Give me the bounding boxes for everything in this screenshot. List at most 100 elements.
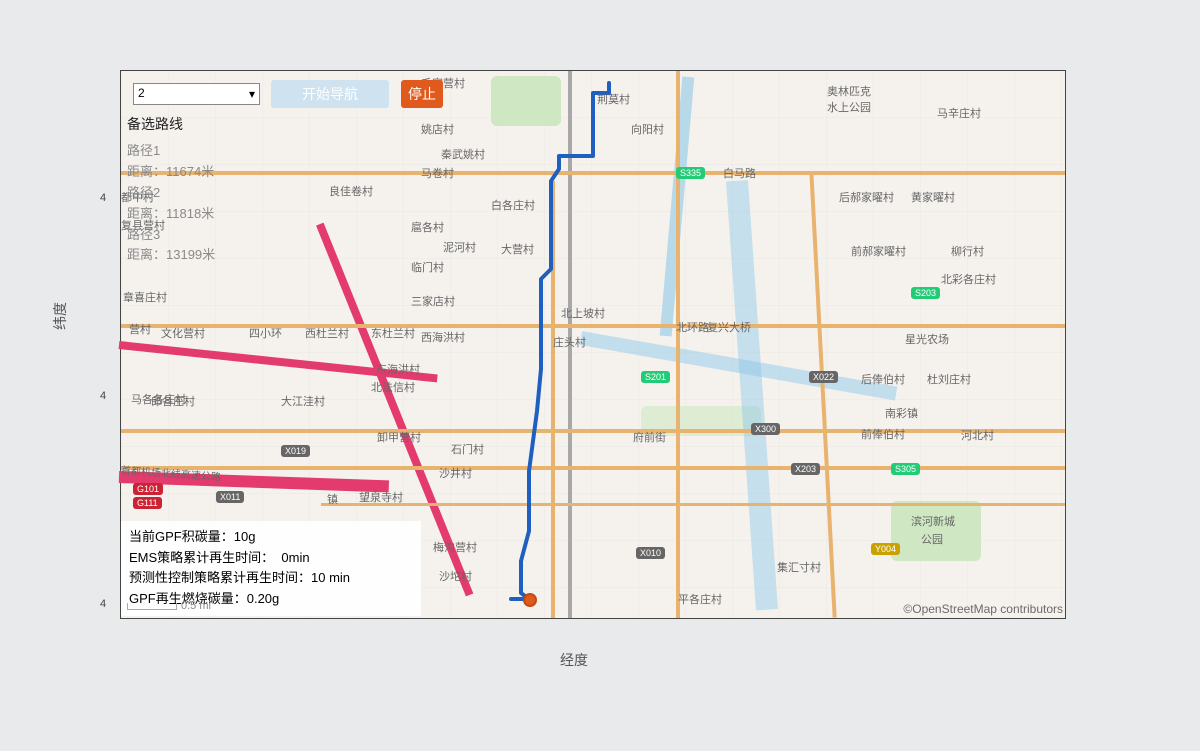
road-shield: S305 [891, 463, 920, 475]
road [121, 429, 1065, 433]
place-label: 公园 [921, 531, 943, 547]
place-label: 星光农场 [905, 331, 949, 347]
place-label: 营村 [129, 321, 151, 337]
y-tick: 4 [100, 192, 106, 204]
road-shield: S335 [676, 167, 705, 179]
place-label: 杜刘庄村 [927, 371, 971, 387]
place-label: 沙坨村 [439, 568, 472, 584]
place-label: 东杜兰村 [371, 325, 415, 341]
road-shield: G101 [133, 483, 163, 495]
place-label: 前郝家曜村 [851, 243, 906, 259]
park-area [491, 76, 561, 126]
river [726, 180, 778, 610]
road-shield: S203 [911, 287, 940, 299]
place-label: 三家店村 [411, 293, 455, 309]
road [809, 171, 836, 618]
road-shield: Y004 [871, 543, 900, 555]
gpf-ems-value: 0min [281, 550, 309, 565]
y-axis-label: 纬度 [50, 302, 70, 330]
map-canvas[interactable]: G101 G111 S335 S203 S201 S305 X011 X019 … [121, 71, 1065, 618]
gpf-burn-value: 0.20g [247, 591, 280, 606]
place-label: 白各庄村 [491, 197, 535, 213]
place-label: 泥河村 [443, 239, 476, 255]
place-label: 北环路 [676, 319, 709, 335]
road-shield: X300 [751, 423, 780, 435]
road-shield: X022 [809, 371, 838, 383]
place-label: 沙井村 [439, 465, 472, 481]
place-label: 奥林匹克 水上公园 [827, 83, 871, 115]
place-label: 姚店村 [421, 121, 454, 137]
place-label: 镇 [327, 491, 338, 507]
stop-button[interactable]: 停止 [401, 80, 443, 108]
place-label: 向阳村 [631, 121, 664, 137]
y-tick: 4 [100, 598, 106, 610]
place-label: 石门村 [451, 441, 484, 457]
place-label: 大江洼村 [281, 393, 325, 409]
route-option[interactable]: 路径3 距离：13199米 [127, 225, 361, 267]
route-name: 路径1 [127, 141, 361, 162]
road-shield: G111 [133, 497, 162, 509]
place-label: 秦武姚村 [441, 146, 485, 162]
place-label: 扈各村 [411, 219, 444, 235]
route-name: 路径2 [127, 183, 361, 204]
place-label: 白马路 [723, 165, 756, 181]
map-attribution: ©OpenStreetMap contributors [903, 602, 1063, 616]
place-label: 黄家曜村 [911, 189, 955, 205]
road-shield: S201 [641, 371, 670, 383]
place-label: 北彩各庄村 [941, 271, 996, 287]
route-name: 路径3 [127, 225, 361, 246]
road-shield: X010 [636, 547, 665, 559]
place-label: 南彩镇 [885, 405, 918, 421]
road [676, 71, 680, 618]
place-label: 马卷村 [421, 165, 454, 181]
place-label: 郎各庄村 [151, 393, 195, 409]
place-label: 河北村 [961, 427, 994, 443]
place-label: 北上坡村 [561, 305, 605, 321]
start-navigation-button[interactable]: 开始导航 [271, 80, 389, 108]
road-shield: X203 [791, 463, 820, 475]
x-axis-label: 经度 [560, 650, 588, 670]
place-label: 西杜兰村 [305, 325, 349, 341]
place-label: 府前街 [633, 429, 666, 445]
gpf-pred-value: 10 min [311, 570, 350, 585]
place-label: 复兴大桥 [707, 319, 751, 335]
place-label: 马辛庄村 [937, 105, 981, 121]
place-label: 后郝家曜村 [839, 189, 894, 205]
place-label: 平各庄村 [678, 591, 722, 607]
road [121, 466, 1065, 470]
gpf-carbon-value: 10g [234, 529, 256, 544]
place-label: 庄头村 [553, 334, 586, 350]
place-label: 东海洪村 [376, 361, 420, 377]
place-label: 大营村 [501, 241, 534, 257]
place-label: 集汇寸村 [777, 559, 821, 575]
route-options-title: 备选路线 [127, 113, 361, 135]
map-frame: G101 G111 S335 S203 S201 S305 X011 X019 … [120, 70, 1066, 619]
place-label: 柳行村 [951, 243, 984, 259]
map-scale: 0.5 mi [127, 600, 211, 612]
road-shield: X019 [281, 445, 310, 457]
road-shield: X011 [216, 491, 244, 503]
place-label: 荆莫村 [597, 91, 630, 107]
route-options-panel: 备选路线 路径1 距离：11674米 路径2 距离：11818米 路径3 距离：… [121, 113, 361, 266]
place-label: 四小环 [249, 325, 282, 341]
place-label: 望泉寺村 [359, 489, 403, 505]
place-label: 滨河新城 [911, 513, 955, 529]
place-label: 后俸伯村 [861, 371, 905, 387]
place-label: 卸甲营村 [377, 429, 421, 445]
chevron-down-icon: ▾ [249, 87, 255, 101]
vehicle-marker [523, 593, 537, 607]
route-option[interactable]: 路径1 距离：11674米 [127, 141, 361, 183]
place-label: 文化营村 [161, 325, 205, 341]
place-label: 西海洪村 [421, 329, 465, 345]
route-select-dropdown[interactable]: 2 ▾ [133, 83, 260, 105]
place-label: 前俸伯村 [861, 426, 905, 442]
dropdown-value: 2 [138, 86, 145, 100]
road [321, 503, 1065, 506]
y-tick: 4 [100, 390, 106, 402]
place-label: 梅沟营村 [433, 539, 477, 555]
place-label: 章喜庄村 [123, 289, 167, 305]
place-label: 北法信村 [371, 379, 415, 395]
route-option[interactable]: 路径2 距离：11818米 [127, 183, 361, 225]
road [551, 181, 555, 618]
place-label: 临门村 [411, 259, 444, 275]
